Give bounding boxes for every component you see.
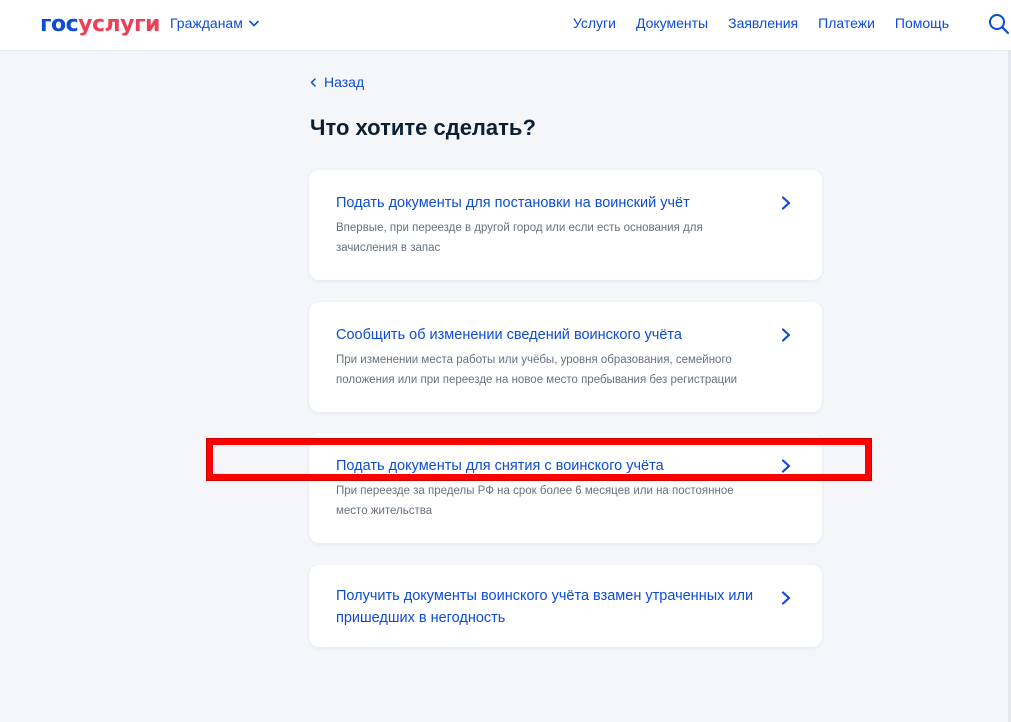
page-title: Что хотите сделать? (310, 115, 536, 140)
main-nav: Услуги Документы Заявления Платежи Помощ… (573, 15, 949, 31)
audience-dropdown[interactable]: Гражданам (170, 15, 259, 31)
option-card-register[interactable]: Подать документы для постановки на воинс… (309, 170, 822, 280)
back-chevron-icon (310, 77, 316, 87)
nav-uslugi[interactable]: Услуги (573, 15, 616, 31)
back-link-label: Назад (324, 74, 365, 90)
chevron-right-icon (781, 196, 791, 210)
option-card-description: При переезде за пределы РФ на срок более… (336, 485, 734, 517)
gosuslugi-logo[interactable]: госуслуги (40, 10, 160, 40)
nav-platezhi[interactable]: Платежи (818, 15, 875, 31)
option-card-description: При изменении места работы или учёбы, ур… (336, 354, 738, 386)
chevron-down-icon (249, 20, 259, 26)
chevron-right-icon (781, 328, 791, 342)
option-card-description: Впервые, при переезде в другой город или… (336, 222, 703, 254)
logo-uslugi-text: услуги (78, 12, 160, 37)
nav-dokumenty[interactable]: Документы (636, 15, 708, 31)
back-link[interactable]: Назад (310, 74, 364, 90)
chevron-right-icon (781, 591, 791, 605)
option-card-replace[interactable]: Получить документы воинского учёта взаме… (309, 565, 822, 647)
chevron-right-icon (781, 459, 791, 473)
option-card-deregister[interactable]: Подать документы для снятия с воинского … (309, 433, 822, 543)
option-card-update[interactable]: Сообщить об изменении сведений воинского… (309, 302, 822, 412)
nav-zayavleniya[interactable]: Заявления (728, 15, 798, 31)
search-icon[interactable] (988, 13, 1010, 35)
option-card-title: Получить документы воинского учёта взаме… (336, 588, 754, 626)
header: госуслуги Гражданам Услуги Документы Зая… (0, 0, 1011, 50)
audience-dropdown-label: Гражданам (170, 15, 243, 31)
option-card-title: Сообщить об изменении сведений воинского… (336, 327, 682, 343)
option-card-title: Подать документы для постановки на воинс… (336, 195, 690, 211)
nav-pomosch[interactable]: Помощь (895, 15, 949, 31)
logo-gos-text: гос (40, 12, 79, 37)
option-card-title: Подать документы для снятия с воинского … (336, 458, 664, 474)
